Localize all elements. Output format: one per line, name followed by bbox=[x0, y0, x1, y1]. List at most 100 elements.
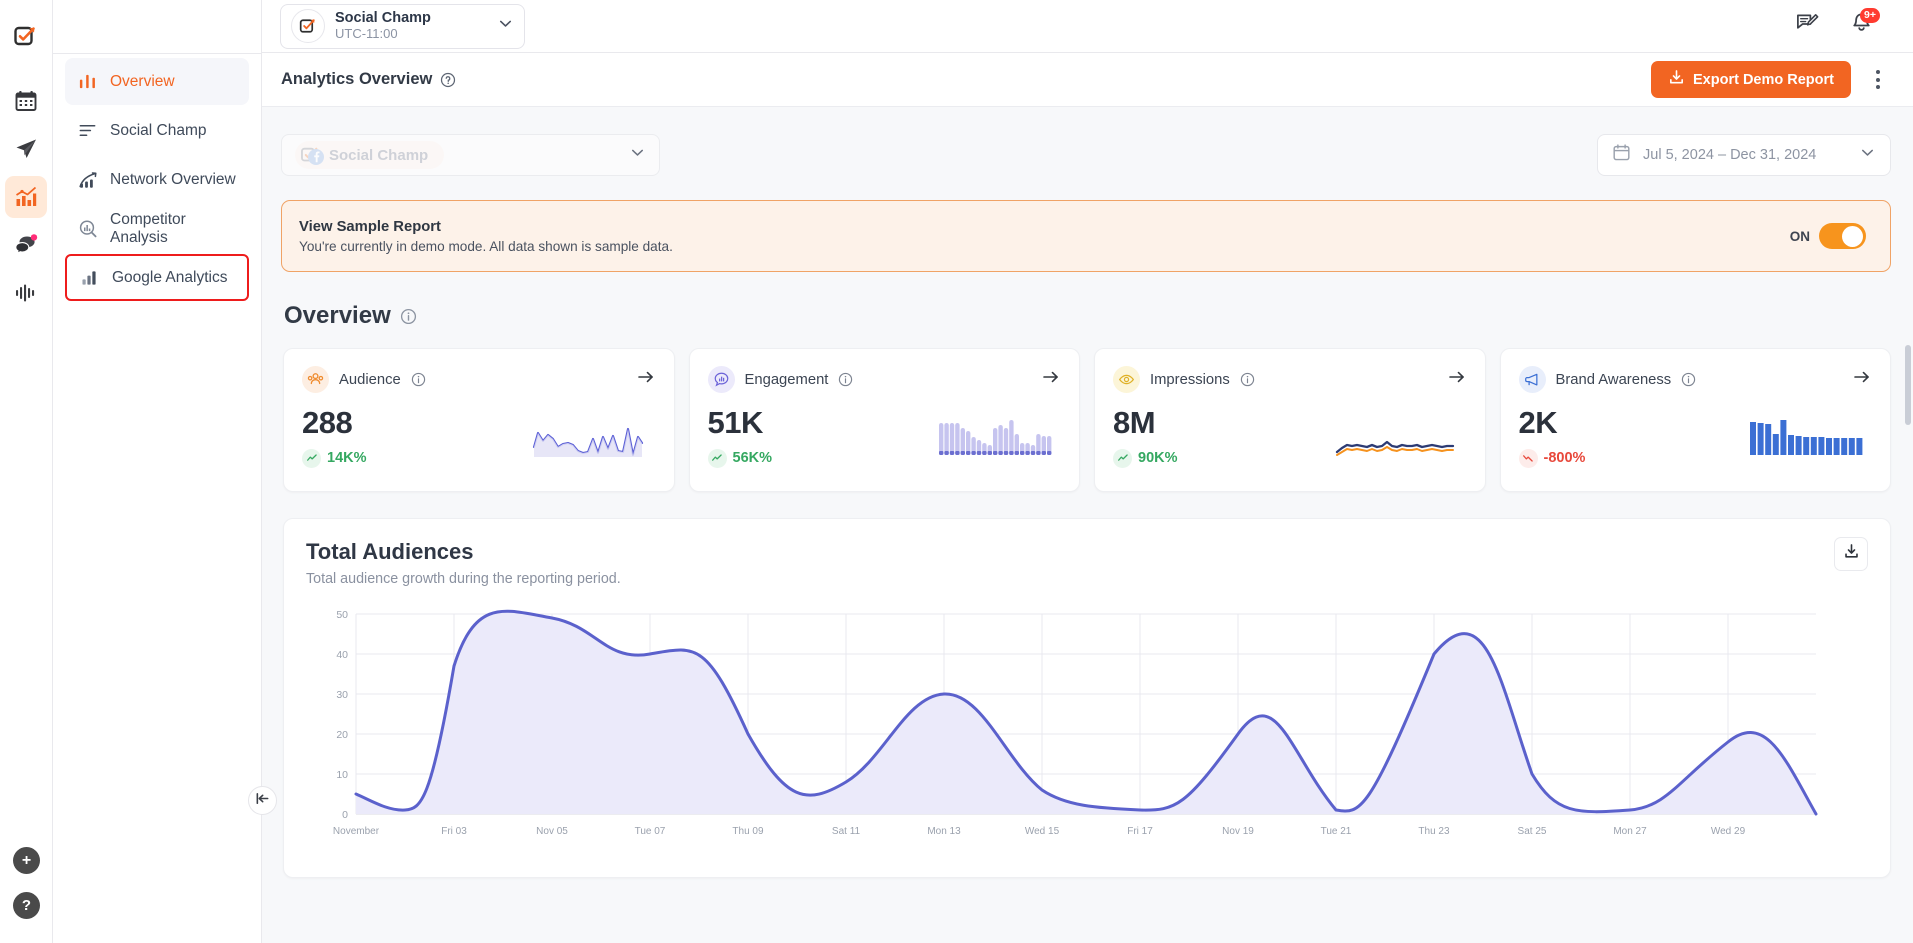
info-circle-icon[interactable] bbox=[1240, 372, 1255, 387]
compose-note-button[interactable] bbox=[1787, 6, 1827, 46]
chart-title: Total Audiences bbox=[306, 539, 474, 564]
chart-download-button[interactable] bbox=[1834, 537, 1868, 571]
kebab-dot bbox=[1876, 70, 1880, 74]
svg-text:Fri 03: Fri 03 bbox=[441, 826, 467, 837]
audience-group-icon bbox=[302, 366, 329, 393]
sparkline-impressions bbox=[1335, 413, 1467, 468]
help-button[interactable]: ? bbox=[13, 892, 40, 919]
card-value-block: 288 14K% bbox=[302, 405, 367, 468]
page-header: Analytics Overview Export Demo Report bbox=[262, 53, 1913, 107]
main-area: Social Champ UTC-11:00 9+ Analytics Over… bbox=[262, 0, 1913, 943]
rail-item-audio[interactable] bbox=[5, 272, 47, 314]
metric-card-brand-awareness[interactable]: Brand Awareness 2K -800% bbox=[1499, 348, 1891, 492]
app-root: + ? Overview Social Champ Network Overvi… bbox=[0, 0, 1913, 943]
banner-text-block: View Sample Report You're currently in d… bbox=[299, 219, 673, 254]
svg-text:Thu 09: Thu 09 bbox=[732, 826, 764, 837]
sidebar-collapse-button[interactable] bbox=[248, 786, 277, 815]
megaphone-icon bbox=[1518, 366, 1546, 393]
page-title: Analytics Overview bbox=[281, 70, 433, 88]
rail-item-analytics[interactable] bbox=[5, 176, 47, 218]
svg-text:Tue 21: Tue 21 bbox=[1321, 826, 1352, 837]
card-body: 8M 90K% bbox=[1113, 405, 1467, 468]
info-circle-icon[interactable] bbox=[1681, 372, 1696, 387]
sidebar-item-network-overview[interactable]: Network Overview bbox=[65, 156, 249, 203]
export-demo-report-button[interactable]: Export Demo Report bbox=[1651, 61, 1851, 98]
sidebar-item-label: Social Champ bbox=[110, 121, 207, 139]
info-circle-icon[interactable] bbox=[400, 308, 417, 325]
banner-title: View Sample Report bbox=[299, 218, 441, 235]
card-delta-value: 14K% bbox=[327, 450, 367, 467]
svg-text:Sat 25: Sat 25 bbox=[1518, 826, 1547, 837]
engagement-chat-icon bbox=[707, 366, 735, 393]
chart-svg: 50 40 30 20 10 0 November Fri 03 Nov 05 … bbox=[333, 609, 1818, 837]
svg-text:November: November bbox=[333, 826, 380, 837]
card-body: 2K -800% bbox=[1518, 406, 1873, 468]
card-header: Brand Awareness bbox=[1518, 366, 1873, 393]
profile-avatar-icon bbox=[299, 144, 324, 166]
trend-up-icon bbox=[707, 448, 727, 468]
sidebar-item-social-champ[interactable]: Social Champ bbox=[65, 107, 249, 154]
profile-name: Social Champ bbox=[329, 146, 429, 164]
arrow-right-icon[interactable] bbox=[1852, 367, 1872, 392]
bar-chart-solid-icon bbox=[79, 267, 100, 288]
info-circle-icon[interactable] bbox=[838, 372, 853, 387]
analytics-sidebar: Overview Social Champ Network Overview C… bbox=[53, 0, 262, 943]
y-tick-label: 0 bbox=[342, 809, 348, 821]
card-value: 288 bbox=[302, 405, 353, 440]
total-audiences-card: Total Audiences Total audience growth du… bbox=[283, 518, 1891, 878]
chevron-down-icon bbox=[1859, 144, 1876, 166]
profile-select[interactable]: Social Champ bbox=[281, 134, 660, 176]
svg-text:Sat 11: Sat 11 bbox=[832, 826, 861, 837]
overview-title: Overview bbox=[284, 302, 391, 329]
arrow-right-icon[interactable] bbox=[1041, 367, 1061, 392]
page-more-menu-button[interactable] bbox=[1865, 65, 1891, 95]
sidebar-item-competitor-analysis[interactable]: Competitor Analysis bbox=[65, 205, 249, 252]
card-delta: 90K% bbox=[1113, 448, 1178, 468]
arrow-right-icon[interactable] bbox=[1447, 367, 1467, 392]
question-circle-icon[interactable] bbox=[440, 72, 456, 88]
trend-up-icon bbox=[302, 448, 321, 468]
add-button[interactable]: + bbox=[13, 847, 40, 874]
arrow-right-icon[interactable] bbox=[636, 367, 656, 392]
download-icon bbox=[1668, 69, 1685, 90]
metric-card-engagement[interactable]: Engagement 51K 56K% bbox=[688, 348, 1080, 492]
svg-text:Nov 19: Nov 19 bbox=[1222, 826, 1254, 837]
chart-area-fill bbox=[356, 611, 1816, 814]
sidebar-item-overview[interactable]: Overview bbox=[65, 58, 249, 105]
card-body: 288 14K% bbox=[302, 405, 656, 468]
date-range-picker[interactable]: Jul 5, 2024 – Dec 31, 2024 bbox=[1597, 134, 1891, 176]
trend-up-icon bbox=[1113, 448, 1132, 468]
sidebar-item-google-analytics[interactable]: Google Analytics bbox=[65, 254, 249, 301]
demo-toggle-group: ON bbox=[1790, 223, 1866, 249]
demo-mode-banner: View Sample Report You're currently in d… bbox=[281, 200, 1891, 272]
y-tick-label: 30 bbox=[336, 689, 348, 701]
notifications-button[interactable]: 9+ bbox=[1841, 6, 1881, 46]
magnifier-chart-icon bbox=[77, 218, 98, 239]
filter-row: Social Champ Jul 5, 2024 – Dec 31, 2024 bbox=[262, 107, 1913, 176]
sidebar-item-label: Network Overview bbox=[110, 170, 236, 188]
sparkline-audience bbox=[532, 413, 656, 468]
card-value-block: 8M 90K% bbox=[1113, 405, 1178, 468]
card-value-block: 51K 56K% bbox=[707, 406, 772, 468]
card-delta-value: 90K% bbox=[1138, 450, 1178, 467]
card-body: 51K 56K% bbox=[707, 406, 1062, 468]
brand-logo-icon[interactable] bbox=[5, 16, 47, 58]
demo-mode-toggle[interactable] bbox=[1819, 223, 1866, 249]
metric-card-impressions[interactable]: Impressions 8M 90K% bbox=[1094, 348, 1486, 492]
page-scrollbar[interactable] bbox=[1905, 345, 1911, 425]
total-audiences-chart: 50 40 30 20 10 0 November Fri 03 Nov 05 … bbox=[306, 601, 1868, 856]
workspace-name: Social Champ bbox=[335, 9, 431, 26]
svg-text:Mon 13: Mon 13 bbox=[927, 826, 961, 837]
card-value: 8M bbox=[1113, 405, 1156, 440]
top-bar: Social Champ UTC-11:00 9+ bbox=[262, 0, 1913, 53]
info-circle-icon[interactable] bbox=[411, 372, 426, 387]
workspace-avatar-icon bbox=[291, 9, 325, 43]
rail-item-engage[interactable] bbox=[5, 224, 47, 266]
card-header: Impressions bbox=[1113, 366, 1467, 393]
workspace-selector[interactable]: Social Champ UTC-11:00 bbox=[280, 3, 525, 49]
card-value-block: 2K -800% bbox=[1518, 406, 1585, 468]
rail-item-publish[interactable] bbox=[5, 128, 47, 170]
y-tick-label: 10 bbox=[336, 769, 348, 781]
metric-card-audience[interactable]: Audience 288 14K% bbox=[283, 348, 675, 492]
rail-item-calendar[interactable] bbox=[5, 80, 47, 122]
